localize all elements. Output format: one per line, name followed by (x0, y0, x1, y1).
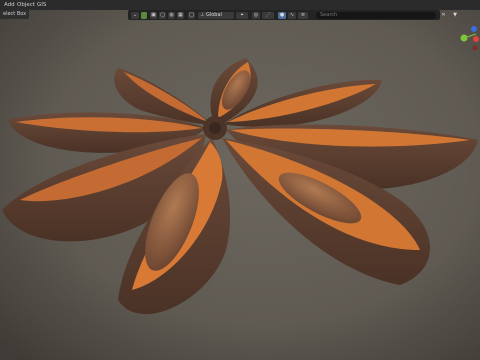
gizmo-neg-x-axis[interactable] (472, 45, 478, 51)
object-mode-icon[interactable] (141, 11, 147, 19)
overlay-icon[interactable]: ≡ (298, 11, 308, 19)
axis-icon: ⊥ (200, 11, 205, 18)
filter-icon[interactable]: ▼ (450, 12, 460, 19)
chevron-icon[interactable]: ⌄ (131, 11, 139, 19)
falloff-icon[interactable]: ∿ (288, 11, 296, 19)
close-icon[interactable]: ✕ (440, 12, 447, 19)
snap-icon[interactable]: ◎ (252, 11, 260, 19)
top-menu-bar: Add Object GIS (0, 0, 480, 10)
gizmo-x-axis[interactable] (473, 36, 479, 42)
search-input[interactable]: Search (316, 11, 436, 19)
select-mode-icon[interactable]: ▣ (150, 11, 157, 19)
grid-icon[interactable]: ▦ (177, 11, 184, 19)
transform-orientation-dropdown[interactable]: ⊥ Global (198, 11, 234, 19)
snap-target-icon[interactable]: ⋰ (262, 11, 274, 19)
viewport-header: ⌄ ▣ ▢ ◍ ▦ □ ⊥ Global ⌖ ◎ ⋰ ● ∿ ≡ Search … (128, 10, 457, 20)
select-box-dropdown[interactable]: elect Box (0, 10, 30, 19)
box-icon[interactable]: ▢ (159, 11, 166, 19)
pivot-icon[interactable]: ⌖ (236, 11, 248, 19)
sphere-icon[interactable]: ◍ (168, 11, 175, 19)
menu-add[interactable]: Add (4, 1, 15, 9)
menu-object[interactable]: Object (17, 1, 35, 9)
gizmo-z-axis[interactable] (471, 26, 477, 32)
3d-viewport[interactable] (0, 0, 480, 360)
transform-space-label: Global (205, 11, 222, 18)
menu-gis[interactable]: GIS (37, 1, 46, 9)
box-outline-icon[interactable]: □ (188, 11, 195, 19)
proportional-edit-icon[interactable]: ● (278, 11, 286, 19)
